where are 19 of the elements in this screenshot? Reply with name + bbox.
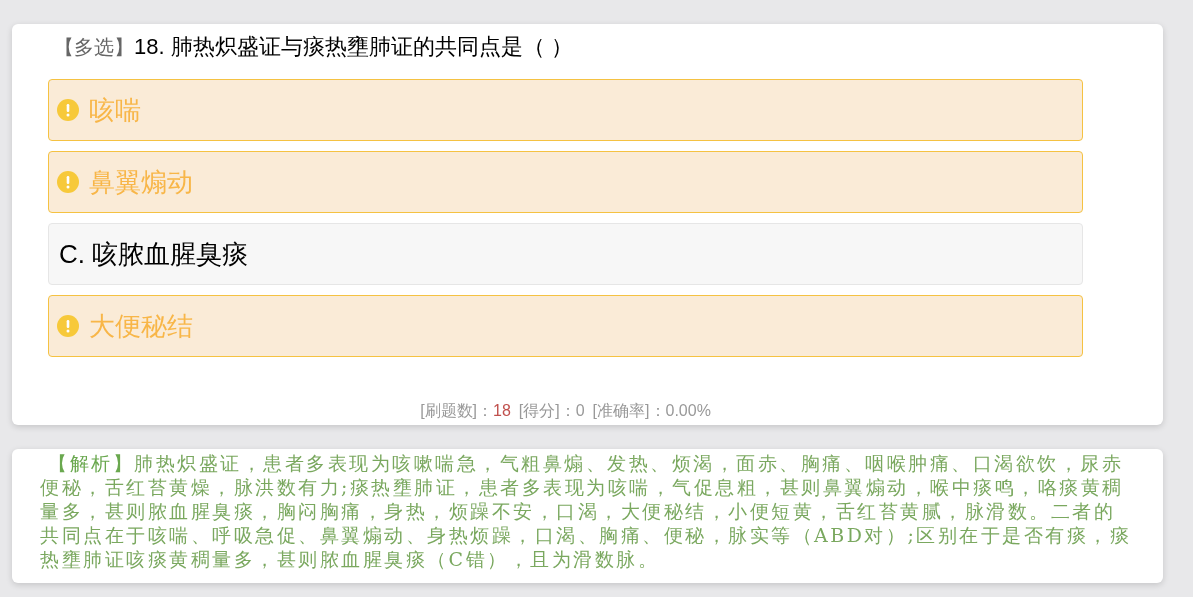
option-text: 咳喘 [89, 93, 141, 127]
stat-label: [得分]： [518, 401, 576, 421]
answer-option[interactable]: 大便秘结 [48, 295, 1083, 357]
answer-option[interactable]: C. 咳脓血腥臭痰 [48, 223, 1083, 285]
stat-label: [刷题数]： [420, 401, 493, 421]
stat-label: [准确率]： [592, 401, 666, 421]
answer-option[interactable]: 咳喘 [48, 79, 1083, 141]
stat-value: 0.00% [665, 401, 711, 421]
answer-option[interactable]: 鼻翼煽动 [48, 151, 1083, 213]
exclamation-icon [57, 315, 79, 337]
option-text: 大便秘结 [89, 309, 193, 343]
stat-value: 18 [493, 401, 511, 421]
option-text: 鼻翼煽动 [89, 165, 193, 199]
question-type-label: 【多选】 [54, 34, 134, 61]
stat-value: 0 [575, 401, 585, 421]
exclamation-icon [57, 171, 79, 193]
exclamation-icon [57, 99, 79, 121]
question-text: 18. 肺热炽盛证与痰热壅肺证的共同点是（ ） [134, 33, 573, 61]
analysis-text: 【解析】肺热炽盛证，患者多表现为咳嗽喘急，气粗鼻煽、发热、烦渴，面赤、胸痛、咽喉肿痛、口渴欲饮，尿赤便秘，舌红苔黄燥，脉洪数有力;痰热壅肺证，患者多表现为咳喘，气促息粗，甚则鼻翼煽动，喉中痰鸣，咯痰黄稠量多，甚则脓血腥臭痰，胸闷胸痛，身热，烦躁不安，口渴，大便秘结，小便短黄，舌红苔黄腻，脉滑数。二者的共同点在于咳喘、呼吸急促、鼻翼煽动、身热烦躁，口渴、胸痛、便秘，脉实等（ABD对）;区别在于是否有痰，痰热壅肺证咳痰黄稠量多，甚则脓血腥臭痰（C错），且为滑数脉。 [40, 451, 1133, 571]
